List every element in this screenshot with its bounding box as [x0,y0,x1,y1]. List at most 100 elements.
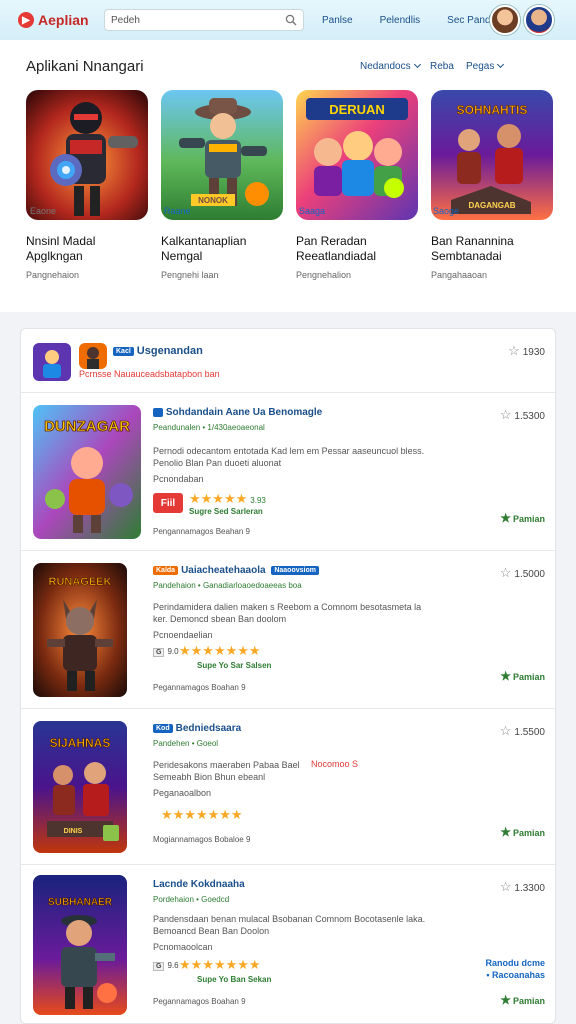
logo-text: Aeplian [38,12,89,28]
score-box: G 9.0 [153,647,179,657]
item-rating[interactable]: ☆ 1.5500 [500,723,545,739]
thumbnail-title: DUNZAGAR [44,418,130,435]
featured-card[interactable]: SOHNAHTIS DAGANGAB Ban Ranannina Sembtan… [431,90,555,280]
user-avatar[interactable] [490,5,520,35]
featured-card[interactable]: NONOK Kalkantanaplian Nemgal Pengnehi la… [161,90,285,280]
header-nav: Panlse Pelendlis Sec Pandds [322,15,501,26]
card-banner-text: SOHNAHTIS [457,103,528,117]
summary-row[interactable]: Kacl Usgenandan Pcrnsse Nauauceadsbatapbo… [21,329,557,393]
featured-card[interactable]: DERUAN Pan Reradan Reeatlandiadal Pengne… [296,90,420,280]
price-button[interactable]: ★ Pamian [500,669,545,683]
nav-link-1[interactable]: Panlse [322,15,353,26]
price-button[interactable]: ★ Pamian [500,993,545,1007]
list-item[interactable]: SUBHANAER Lacnde Kokdnaaha Pordehaion • … [21,865,557,1023]
summary-subtitle: Pcrnsse Nauauceadsbatapbon ban [79,369,220,379]
score-icon: G [153,648,165,657]
card-banner-text: DERUAN [329,102,385,117]
app-developer: Pengnehi laan [161,270,219,280]
thumbnail-title: SUBHANAER [48,897,113,908]
summary-thumbnail-2 [79,343,107,369]
price-button[interactable]: ★ Pamian [500,825,545,839]
item-rating[interactable]: ☆ 1.5300 [500,407,545,423]
app-name: Pan Reradan Reeatlandiadal [296,234,377,263]
search-icon[interactable] [285,14,297,26]
item-description: Pandensdaan benan mulacal Bsobanan Comno… [153,914,426,936]
featured-card[interactable]: Nnsinl Madal Apglkngan Pangnehaion [26,90,150,280]
item-rating[interactable]: ☆ 1.5000 [500,565,545,581]
rating-count: 1.5000 [514,569,545,580]
item-title: Sohdandain Aane Ua Benomagle [153,407,322,418]
item-title: Lacnde Kokdnaaha [153,879,245,890]
star-icon: ★ [500,669,511,683]
search-box [104,9,304,31]
brawl-squad-art: DERUAN [296,90,418,220]
item-rating[interactable]: ☆ 1.3300 [500,879,545,895]
summary-title-text: Usgenandan [136,345,203,357]
item-tag-2: Naaoovsiom [271,565,319,575]
search-input[interactable] [111,14,285,26]
star-icon: ★ [500,825,511,839]
rating-count: 1.5300 [514,411,545,422]
app-thumbnail: SOHNAHTIS DAGANGAB [431,90,553,220]
sort-dropdown[interactable]: Nedandocs [360,60,421,72]
item-title-text: Bedniedsaara [175,723,242,734]
score-value: 9.0 [167,647,179,656]
cowboy-hero-art: NONOK [161,90,283,220]
card-link-2[interactable]: Raane [164,206,191,216]
sort-label: Nedandocs [360,61,411,72]
sales-text: Supe Yo Sar Salsen [197,661,272,670]
summary-thumbnail-1 [33,343,71,381]
filter-link[interactable]: Reba [430,61,454,72]
rating-count: 1.5500 [514,727,545,738]
item-description-extra: Nocomoo S [311,759,359,769]
item-tag [153,407,163,417]
summary-title: Kacl Usgenandan [113,345,203,357]
item-footer-text: Pegannamagos Boahan [153,997,239,1006]
item-meta: Peandunalen • 1/430aeoaeonal [153,423,265,432]
item-badge: Fiil [153,493,183,513]
app-thumbnail: DERUAN [296,90,418,220]
card-link-1[interactable]: Eaone [30,206,56,216]
item-footer-text: Pegannamagos Boahan [153,683,239,692]
svg-text:DAGANGAB: DAGANGAB [468,201,515,210]
more-indicator: 9 [245,527,250,536]
card-banner-text: NONOK [198,196,228,205]
app-developer: Pangahaaoan [431,270,488,280]
app-name: Kalkantanaplian Nemgal [161,234,247,263]
item-footer: Pegannamagos Boahan 9 [153,997,246,1006]
stars-icon: ★★★★★ [189,491,248,506]
star-rating: ★★★★★ 3.93 [189,491,266,507]
list-item[interactable]: DUNZAGAR Sohdandain Aane Ua Benomagle Pe… [21,393,557,551]
app-name: Ban Ranannina Sembtanadai [431,234,514,263]
thumbnail-title: SIJAHNAS [50,736,111,750]
item-description-2: Pcnoendaelian [153,630,213,640]
list-item[interactable]: SIJAHNAS DINIS Kod Bedniedsaara Pandehen … [21,709,557,865]
item-description-2: Pcnondaban [153,474,204,484]
app-logo[interactable]: ▶ Aeplian [18,12,100,28]
app-developer: Pangnehaion [26,270,80,280]
item-description: Peridesakons maeraben Pabaa Bael Semeabh… [153,760,300,782]
item-meta: Pordehaion • Goedcd [153,895,230,904]
more-indicator: 9 [241,997,246,1006]
star-outline-icon: ☆ [499,723,512,738]
ninja-robot-art [26,90,148,220]
star-outline-icon: ☆ [499,407,512,422]
price-button[interactable]: ★ Pamian [500,511,545,525]
summary-rating[interactable]: ☆ 1930 [508,343,545,359]
card-link-4[interactable]: Saoge [433,206,459,216]
card-link-3[interactable]: Saaga [299,206,325,216]
nav-link-2[interactable]: Pelendlis [380,15,421,26]
item-description-2: Pcnomaoolcan [153,942,213,952]
sales-text: Supe Yo Ban Sekan [197,975,272,984]
chevron-down-icon [497,60,505,69]
price-label: Pamian [512,828,545,838]
item-side-note[interactable]: Ranodu dcme • Racoanahas [485,957,545,981]
star-rating: ★★★★★★★ [161,807,243,822]
list-item[interactable]: RUNAGEEK Kalda Uaiacheatehaaola Naaoovsio… [21,551,557,709]
star-rating: ★★★★★★★ [179,957,261,972]
score-icon: G [153,962,165,971]
dino-warriors-art: SOHNAHTIS DAGANGAB [431,90,553,220]
more-indicator: 9 [241,683,246,692]
profile-avatar[interactable] [524,5,554,35]
pages-dropdown[interactable]: Pegas [466,60,505,72]
